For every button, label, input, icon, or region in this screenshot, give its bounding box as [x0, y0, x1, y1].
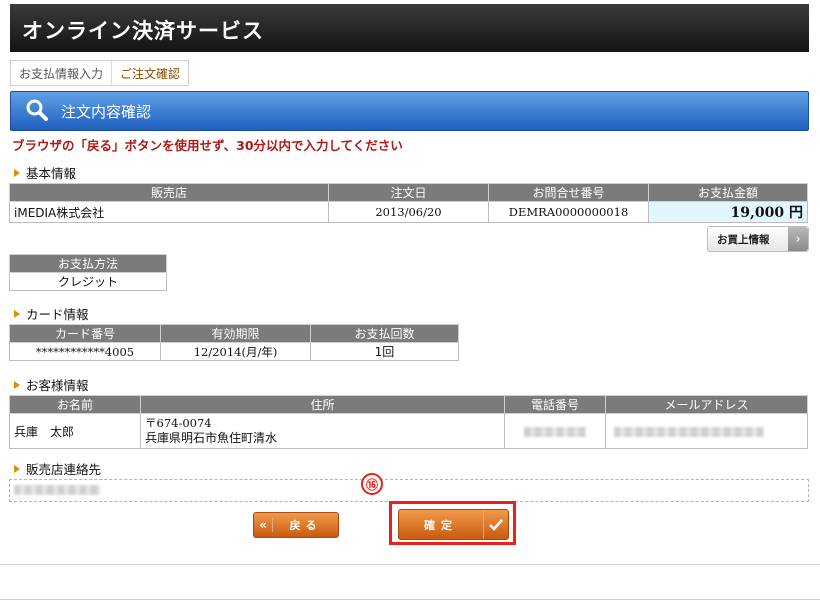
payment-method-value: クレジット [9, 272, 167, 291]
customer-info-table: お名前 住所 電話番号 メールアドレス 兵庫 太郎 〒674-0074 兵庫県明… [9, 395, 808, 449]
payment-amount: 19,000 円 [648, 201, 808, 223]
divider [0, 564, 820, 565]
col-shop: 販売店 [9, 183, 329, 202]
col-amount: お支払金額 [648, 183, 808, 202]
table-row: ************4005 12/2014(月/年) 1回 [9, 342, 459, 361]
triangle-bullet-icon [14, 168, 20, 177]
triangle-bullet-icon [14, 309, 20, 318]
customer-info-heading: お客様情報 [14, 375, 89, 394]
col-email: メールアドレス [605, 395, 808, 414]
col-address: 住所 [140, 395, 505, 414]
section-title: 注文内容確認 [61, 103, 152, 121]
basic-info-heading: 基本情報 [14, 163, 76, 182]
table-row: 兵庫 太郎 〒674-0074 兵庫県明石市魚住町清水 [9, 413, 808, 449]
purchase-info-button[interactable]: お買上情報 › [707, 226, 809, 252]
col-phone: 電話番号 [504, 395, 606, 414]
magnifier-icon [26, 99, 48, 121]
confirm-button-highlight [389, 501, 516, 545]
col-expiry: 有効期限 [160, 324, 311, 343]
redacted-shop-contact [14, 485, 100, 495]
double-chevron-left-icon: « [254, 518, 273, 532]
card-info-heading: カード情報 [14, 304, 89, 323]
triangle-bullet-icon [14, 464, 20, 473]
card-number: ************4005 [9, 342, 161, 361]
triangle-bullet-icon [14, 380, 20, 389]
col-name: お名前 [9, 395, 141, 414]
installments: 1回 [310, 342, 459, 361]
col-installments: お支払回数 [310, 324, 459, 343]
redacted-email [614, 426, 764, 437]
card-info-table: カード番号 有効期限 お支払回数 ************4005 12/201… [9, 324, 459, 361]
customer-name: 兵庫 太郎 [9, 413, 141, 449]
card-expiry: 12/2014(月/年) [160, 342, 311, 361]
inquiry-number: DEMRA0000000018 [488, 201, 649, 223]
site-header: オンライン決済サービス [10, 4, 809, 52]
site-title: オンライン決済サービス [22, 19, 264, 43]
col-card-number: カード番号 [9, 324, 161, 343]
customer-address: 〒674-0074 兵庫県明石市魚住町清水 [140, 413, 505, 449]
payment-method-table: お支払方法 クレジット [9, 254, 167, 291]
breadcrumb-step-payment-input: お支払情報入力 [11, 61, 113, 85]
col-order-date: 注文日 [328, 183, 489, 202]
divider [0, 599, 820, 600]
step-number-badge: ⑯ [361, 473, 383, 495]
customer-phone [504, 413, 606, 449]
breadcrumb-step-order-confirm: ご注文確認 [120, 66, 181, 81]
shop-contact-box [9, 479, 809, 502]
section-title-bar: 注文内容確認 [10, 91, 809, 131]
shop-name: iMEDIA株式会社 [9, 201, 329, 223]
warning-message: ブラウザの「戻る」ボタンを使用せず、30分以内で入力してください [12, 138, 403, 153]
table-row: iMEDIA株式会社 2013/06/20 DEMRA0000000018 19… [9, 201, 808, 223]
shop-contact-heading: 販売店連絡先 [14, 459, 101, 478]
col-inquiry-number: お問合せ番号 [488, 183, 649, 202]
customer-email [605, 413, 808, 449]
back-button[interactable]: « 戻る [253, 512, 339, 538]
col-payment-method: お支払方法 [9, 254, 167, 273]
order-date: 2013/06/20 [328, 201, 489, 223]
redacted-phone [524, 426, 586, 437]
breadcrumb: お支払情報入力 ご注文確認 [10, 60, 190, 86]
chevron-right-icon: › [788, 227, 808, 251]
basic-info-table: 販売店 注文日 お問合せ番号 お支払金額 iMEDIA株式会社 2013/06/… [9, 183, 808, 223]
